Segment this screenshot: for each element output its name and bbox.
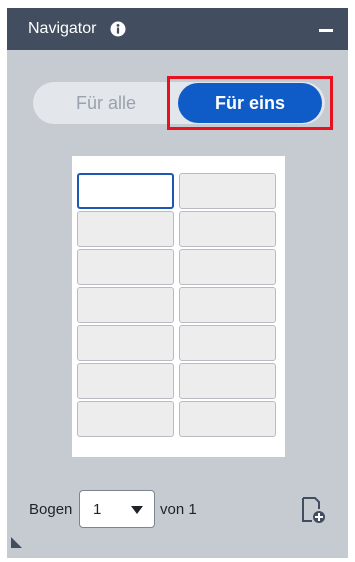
info-circle-icon[interactable]: [110, 21, 126, 37]
add-page-button[interactable]: [301, 496, 327, 524]
sheet-label: Bogen: [29, 501, 73, 518]
label-cell[interactable]: [179, 173, 276, 209]
add-page-icon: [302, 497, 325, 523]
label-cell[interactable]: [179, 249, 276, 285]
label-grid: [77, 173, 280, 438]
label-cell[interactable]: [179, 363, 276, 399]
navigator-panel: Navigator Für alle Für eins Bogen 1 von …: [7, 8, 348, 558]
label-cell[interactable]: [179, 401, 276, 437]
panel-title: Navigator: [28, 20, 97, 37]
panel-header: Navigator: [7, 8, 348, 50]
label-cell[interactable]: [179, 287, 276, 323]
sheet-select-value: 1: [93, 501, 102, 518]
label-cell[interactable]: [179, 325, 276, 361]
sheet-count-label: von 1: [160, 501, 197, 518]
chevron-down-icon: [131, 506, 143, 514]
sheet-preview: [72, 156, 285, 457]
minus-icon: [319, 29, 333, 32]
label-cell[interactable]: [77, 211, 174, 247]
label-cell[interactable]: [77, 325, 174, 361]
sheet-select[interactable]: 1: [79, 490, 155, 528]
label-cell[interactable]: [77, 401, 174, 437]
highlight-frame: [167, 76, 333, 130]
label-cell[interactable]: [77, 173, 174, 209]
label-cell[interactable]: [77, 249, 174, 285]
minimize-button[interactable]: [318, 20, 336, 38]
label-cell[interactable]: [179, 211, 276, 247]
label-cell[interactable]: [77, 287, 174, 323]
resize-handle[interactable]: [11, 537, 22, 548]
toggle-option-all[interactable]: Für alle: [33, 82, 179, 124]
label-cell[interactable]: [77, 363, 174, 399]
